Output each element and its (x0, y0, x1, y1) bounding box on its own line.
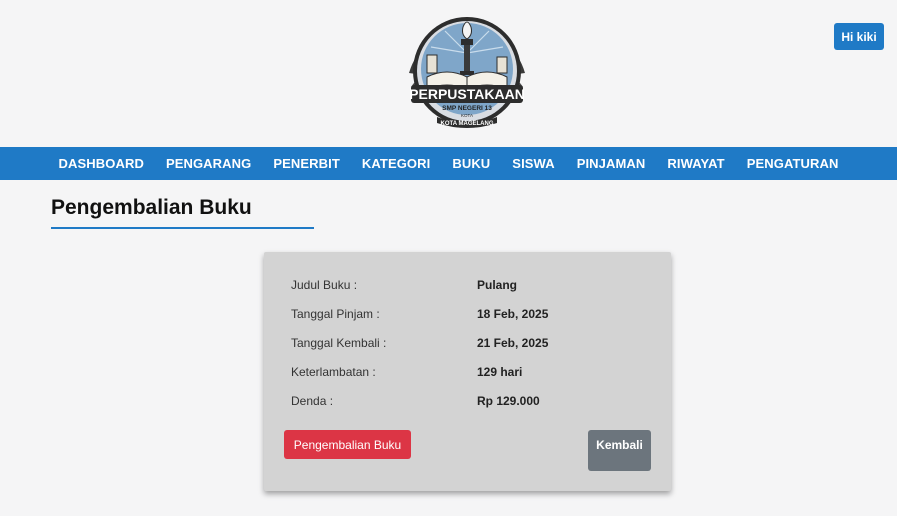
detail-value: 129 hari (477, 365, 523, 379)
detail-row-return-date: Tanggal Kembali : 21 Feb, 2025 (291, 336, 651, 356)
detail-row-lateness: Keterlambatan : 129 hari (291, 365, 651, 385)
detail-value: Rp 129.000 (477, 394, 540, 408)
return-detail-card: Judul Buku : Pulang Tanggal Pinjam : 18 … (264, 252, 671, 491)
nav-pengarang[interactable]: PENGARANG (166, 156, 251, 171)
page-title: Pengembalian Buku (51, 196, 314, 229)
nav-kategori[interactable]: KATEGORI (362, 156, 430, 171)
svg-text:PERPUSTAKAAN: PERPUSTAKAAN (409, 86, 525, 102)
detail-row-borrow-date: Tanggal Pinjam : 18 Feb, 2025 (291, 307, 651, 327)
header: PERPUSTAKAAN SMP NEGERI 13 KOTA KOTA MAG… (0, 0, 897, 147)
svg-text:KOTA MAGELANG: KOTA MAGELANG (441, 121, 494, 127)
detail-row-fine: Denda : Rp 129.000 (291, 394, 651, 414)
svg-text:KOTA: KOTA (461, 113, 473, 118)
nav-pengaturan[interactable]: PENGATURAN (747, 156, 839, 171)
detail-label: Keterlambatan : (291, 365, 376, 379)
return-book-button[interactable]: Pengembalian Buku (284, 430, 411, 459)
nav-pinjaman[interactable]: PINJAMAN (577, 156, 646, 171)
back-button[interactable]: Kembali (588, 430, 651, 471)
detail-value: 21 Feb, 2025 (477, 336, 549, 350)
detail-value: 18 Feb, 2025 (477, 307, 549, 321)
detail-label: Judul Buku : (291, 278, 358, 292)
nav-riwayat[interactable]: RIWAYAT (667, 156, 724, 171)
library-logo: PERPUSTAKAAN SMP NEGERI 13 KOTA KOTA MAG… (409, 17, 525, 128)
detail-value: Pulang (477, 278, 518, 292)
nav-buku[interactable]: BUKU (452, 156, 490, 171)
detail-row-title: Judul Buku : Pulang (291, 278, 651, 298)
nav-dashboard[interactable]: DASHBOARD (59, 156, 144, 171)
svg-text:SMP NEGERI 13: SMP NEGERI 13 (442, 105, 492, 112)
nav-penerbit[interactable]: PENERBIT (273, 156, 340, 171)
nav-siswa[interactable]: SISWA (512, 156, 554, 171)
main-navbar: DASHBOARD PENGARANG PENERBIT KATEGORI BU… (0, 147, 897, 180)
detail-label: Tanggal Pinjam : (291, 307, 380, 321)
detail-label: Tanggal Kembali : (291, 336, 387, 350)
user-menu-button[interactable]: Hi kiki (834, 23, 884, 50)
detail-label: Denda : (291, 394, 334, 408)
